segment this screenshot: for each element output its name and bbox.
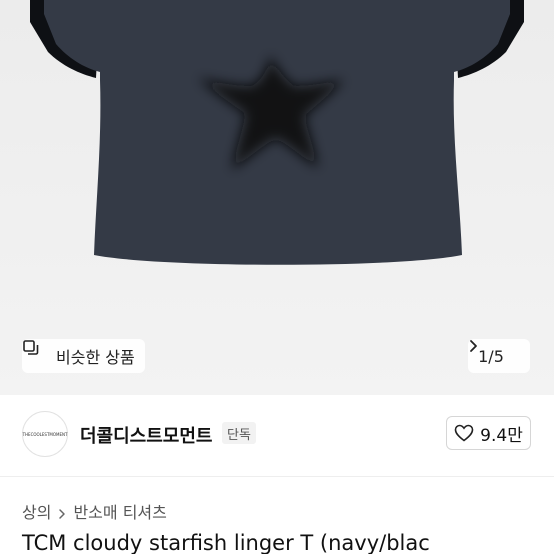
store-avatar-logo: THECOOLESTMOMENT [22, 431, 68, 437]
heart-icon [454, 424, 474, 442]
pager-text: 1/5 [478, 346, 504, 366]
similar-items-button[interactable]: 비슷한 상품 [22, 339, 145, 373]
image-pager[interactable]: 1/5 [468, 339, 530, 373]
breadcrumb-item-top[interactable]: 상의 [22, 499, 51, 523]
breadcrumb-item-short-sleeve[interactable]: 반소매 티셔츠 [73, 499, 166, 523]
exclusive-badge: 단독 [222, 422, 256, 444]
product-image[interactable]: 비슷한 상품 1/5 [0, 0, 554, 395]
similar-items-label: 비슷한 상품 [56, 348, 135, 367]
chevron-right-icon [470, 340, 520, 363]
store-avatar[interactable]: THECOOLESTMOMENT [22, 411, 68, 457]
like-count: 9.4만 [480, 425, 523, 446]
breadcrumb: 상의 반소매 티셔츠 [22, 499, 167, 523]
like-button[interactable]: 9.4만 [446, 416, 531, 450]
chevron-right-icon [58, 505, 66, 519]
store-row[interactable]: THECOOLESTMOMENT 더콜디스트모먼트 단독 9.4만 [0, 395, 554, 477]
product-title: TCM cloudy starfish linger T (navy/blac [22, 531, 430, 554]
store-name[interactable]: 더콜디스트모먼트 [80, 422, 212, 448]
similar-items-icon [23, 340, 50, 365]
tshirt-image [30, 0, 524, 265]
